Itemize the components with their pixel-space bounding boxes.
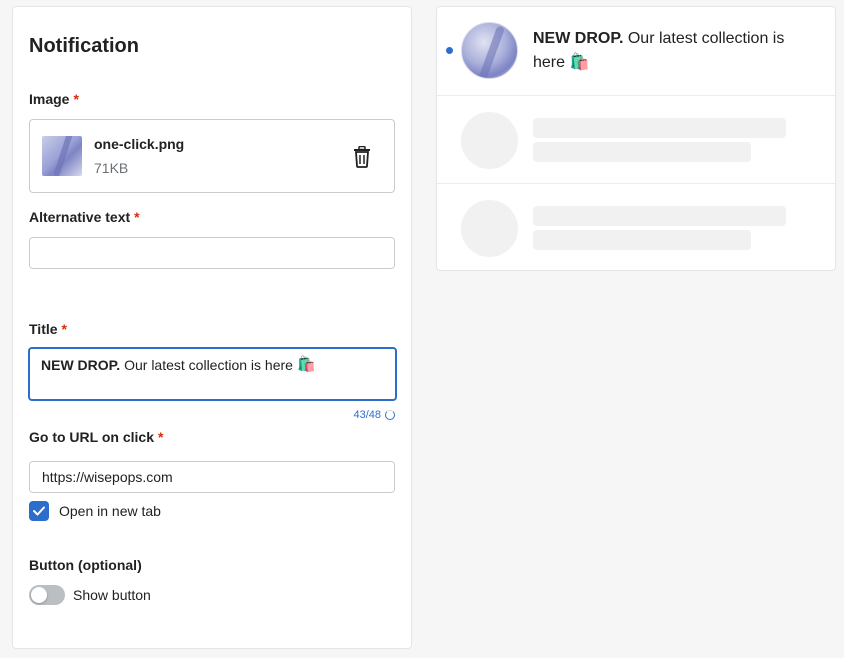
placeholder-avatar xyxy=(461,200,518,257)
check-icon xyxy=(33,506,45,516)
title-rest-text: Our latest collection is here xyxy=(124,357,293,373)
placeholder-line xyxy=(533,142,751,162)
image-thumbnail xyxy=(42,136,82,176)
shopping-bag-emoji: 🛍️ xyxy=(296,356,316,373)
trash-icon[interactable] xyxy=(352,145,372,168)
progress-ring-icon xyxy=(385,410,395,420)
url-input[interactable] xyxy=(29,461,395,493)
title-textarea[interactable]: NEW DROP. Our latest collection is here … xyxy=(28,347,397,401)
show-button-label: Show button xyxy=(73,587,151,603)
open-new-tab-row[interactable]: Open in new tab xyxy=(29,501,161,521)
unread-dot xyxy=(446,47,453,54)
preview-avatar xyxy=(461,22,518,79)
notification-preview-panel: NEW DROP. Our latest collection is here … xyxy=(436,6,836,271)
notification-form-panel: Notification Image * one-click.png 71KB A… xyxy=(12,6,412,649)
url-label: Go to URL on click * xyxy=(29,429,164,445)
placeholder-line xyxy=(533,230,751,250)
title-label: Title * xyxy=(29,321,67,337)
image-upload-box[interactable]: one-click.png 71KB xyxy=(29,119,395,193)
placeholder-line xyxy=(533,118,786,138)
panel-title: Notification xyxy=(29,35,139,57)
preview-title: NEW DROP. Our latest collection is here … xyxy=(533,30,785,71)
placeholder-item xyxy=(437,95,835,183)
image-label: Image * xyxy=(29,91,79,107)
show-button-toggle[interactable] xyxy=(29,585,65,605)
file-size: 71KB xyxy=(94,160,129,176)
placeholder-avatar xyxy=(461,112,518,169)
placeholder-item xyxy=(437,183,835,271)
alt-text-input[interactable] xyxy=(29,237,395,269)
shopping-bag-emoji: 🛍️ xyxy=(569,54,590,71)
button-section-label: Button (optional) xyxy=(29,557,142,573)
char-counter: 43/48 xyxy=(353,409,395,421)
preview-notification-item[interactable]: NEW DROP. Our latest collection is here … xyxy=(437,7,835,95)
show-button-row[interactable]: Show button xyxy=(29,585,151,605)
open-new-tab-label: Open in new tab xyxy=(59,503,161,519)
alt-text-label: Alternative text * xyxy=(29,209,140,225)
open-new-tab-checkbox[interactable] xyxy=(29,501,49,521)
toggle-knob xyxy=(31,587,47,603)
file-name: one-click.png xyxy=(94,136,185,152)
title-bold-text: NEW DROP. xyxy=(41,357,121,373)
placeholder-line xyxy=(533,206,786,226)
